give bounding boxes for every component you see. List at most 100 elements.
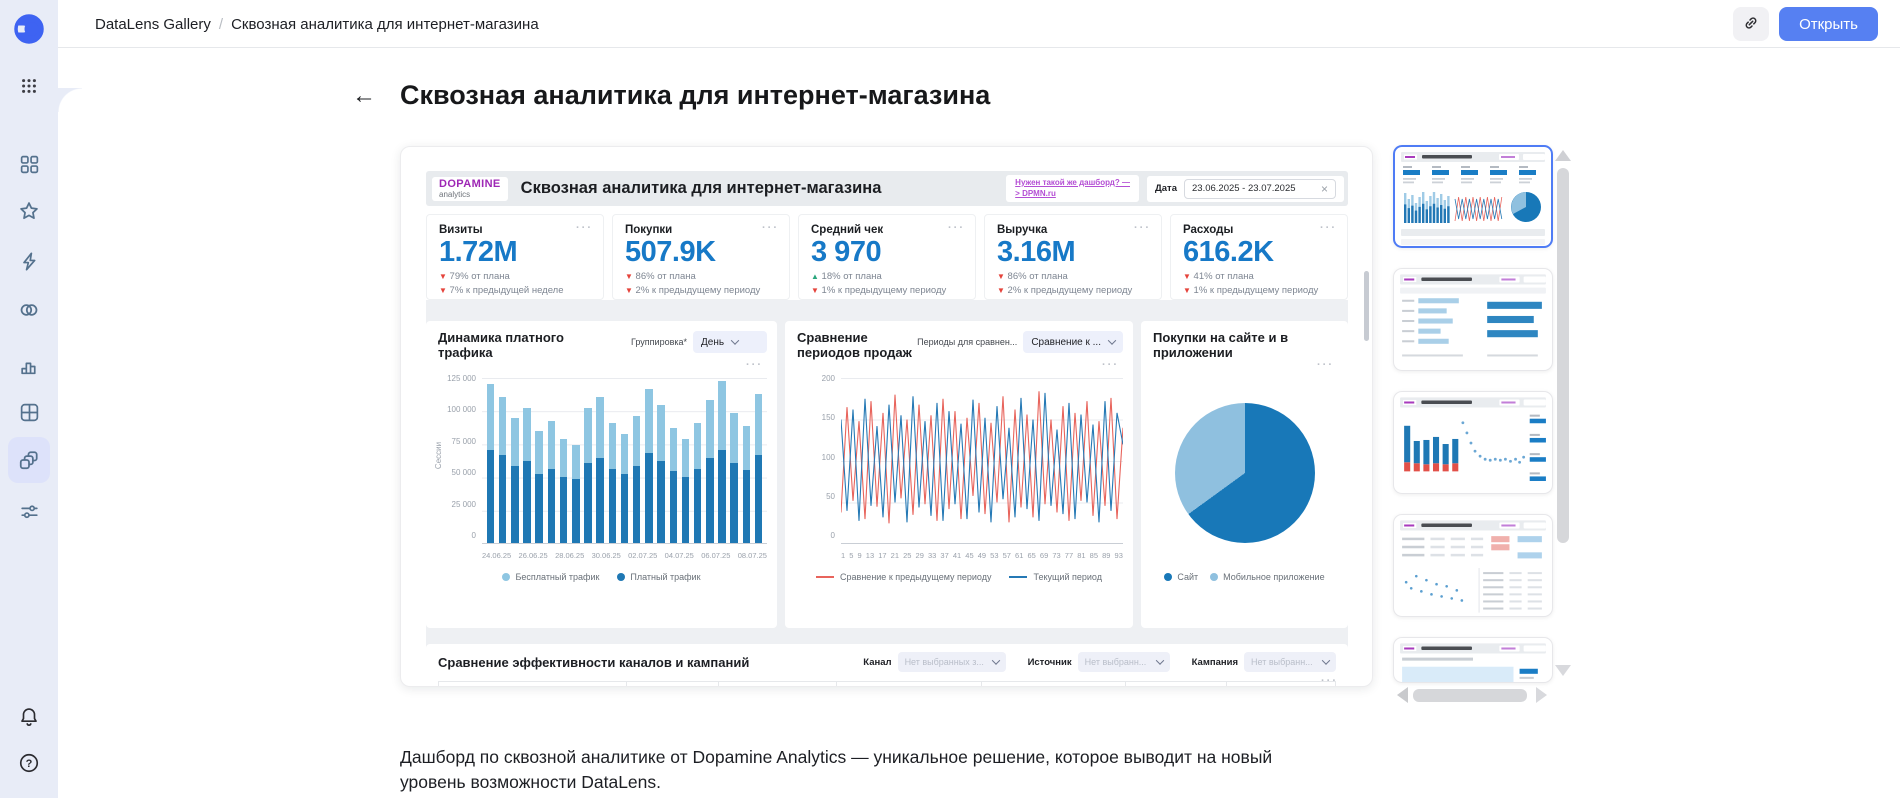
pie-legend: СайтМобильное приложение bbox=[1141, 572, 1348, 582]
filter-select[interactable]: Нет выбранн... bbox=[1244, 652, 1336, 672]
pie-chart bbox=[1175, 403, 1315, 543]
line-plot-area bbox=[841, 378, 1123, 544]
chart-menu-dots[interactable]: ··· bbox=[1102, 360, 1119, 371]
arrow-up-icon: ▲ bbox=[811, 272, 819, 281]
open-button[interactable]: Открыть bbox=[1779, 7, 1878, 41]
section-menu-dots[interactable]: ··· bbox=[1321, 676, 1338, 687]
bar-legend: Бесплатный трафикПлатный трафик bbox=[426, 572, 777, 582]
periods-select[interactable]: Сравнение к ... bbox=[1023, 331, 1123, 353]
kpi-delta: ▼ 1% к предыдущему периоду bbox=[811, 284, 963, 298]
kpi-label: Средний чек bbox=[811, 224, 963, 236]
kpi-card: ···Выручка3.16M▼ 86% от плана▼ 2% к пред… bbox=[984, 214, 1162, 300]
scroll-left-arrow[interactable] bbox=[1397, 687, 1408, 703]
kpi-value: 3 970 bbox=[811, 237, 963, 267]
chart-period-comparison: Сравнение периодов продаж Периоды для ср… bbox=[785, 321, 1133, 628]
chevron-down-icon bbox=[991, 656, 999, 664]
kpi-menu-dots[interactable]: ··· bbox=[762, 223, 779, 234]
table-cells-icon[interactable] bbox=[18, 401, 40, 423]
kpi-value: 1.72M bbox=[439, 237, 591, 267]
chart-title: Покупки на сайте и в приложении bbox=[1153, 331, 1338, 361]
filter-2: КампанияНет выбранн... bbox=[1192, 652, 1336, 672]
chart-menu-dots[interactable]: ··· bbox=[1317, 360, 1334, 371]
kpi-value: 616.2K bbox=[1183, 237, 1335, 267]
back-arrow-icon[interactable]: ← bbox=[352, 84, 376, 108]
kpi-menu-dots[interactable]: ··· bbox=[948, 223, 965, 234]
thumbnail-5[interactable] bbox=[1393, 637, 1553, 683]
chevron-down-icon bbox=[1155, 656, 1163, 664]
kpi-delta: ▼ 2% к предыдущему периоду bbox=[625, 284, 777, 298]
apps-grid-icon[interactable] bbox=[18, 75, 40, 97]
venn-circles-icon[interactable] bbox=[18, 299, 40, 321]
dashboard-title: Сквозная аналитика для интернет-магазина bbox=[521, 179, 882, 198]
bar-plot-area bbox=[482, 378, 767, 544]
bar-x-axis: 24.06.2526.06.2528.06.2530.06.2502.07.25… bbox=[482, 551, 767, 560]
bar-y-axis-title: Сессии bbox=[434, 442, 443, 469]
date-filter: Дата 23.06.2025 - 23.07.2025 × bbox=[1147, 176, 1344, 202]
date-range-input[interactable]: 23.06.2025 - 23.07.2025 × bbox=[1184, 179, 1336, 199]
thumbnail-3[interactable] bbox=[1393, 391, 1553, 494]
kpi-delta: ▼ 1% к предыдущему периоду bbox=[1183, 284, 1335, 298]
gallery-layers-icon bbox=[18, 449, 40, 471]
kpi-delta: ▼ 7% к предыдущей неделе bbox=[439, 284, 591, 298]
vertical-scrollbar-thumb[interactable] bbox=[1557, 168, 1569, 543]
kpi-row: ···Визиты1.72M▼ 79% от плана▼ 7% к преды… bbox=[426, 214, 1348, 300]
arrow-down-icon: ▼ bbox=[1183, 286, 1191, 295]
kpi-menu-dots[interactable]: ··· bbox=[576, 223, 593, 234]
thumbnail-4[interactable] bbox=[1393, 514, 1553, 617]
table-header-cell: Новые пользователи % bbox=[837, 682, 981, 687]
grouping-select[interactable]: День bbox=[693, 331, 767, 353]
horizontal-scrollbar-thumb[interactable] bbox=[1413, 689, 1527, 702]
datalens-logo[interactable] bbox=[10, 10, 48, 48]
kpi-card: ···Визиты1.72M▼ 79% от плана▼ 7% к преды… bbox=[426, 214, 604, 300]
star-icon[interactable] bbox=[18, 200, 40, 222]
kpi-label: Расходы bbox=[1183, 224, 1335, 236]
dashboard-grid-icon[interactable] bbox=[18, 153, 40, 175]
bar-y-axis: 125 000100 00075 00050 00025 0000 bbox=[438, 374, 482, 540]
bell-icon[interactable] bbox=[18, 706, 40, 728]
sidebar-item-gallery-active[interactable] bbox=[8, 437, 50, 483]
rail-corner-decoration bbox=[58, 88, 82, 112]
copy-link-button[interactable] bbox=[1733, 7, 1769, 41]
thumbnail-1-selected[interactable] bbox=[1393, 145, 1553, 248]
chevron-down-icon bbox=[1108, 336, 1116, 344]
line-legend: Сравнение к предыдущему периодуТекущий п… bbox=[785, 572, 1133, 582]
filter-select[interactable]: Нет выбранных з... bbox=[898, 652, 1006, 672]
dopamine-logo: DOPAMINE analytics bbox=[432, 177, 508, 201]
lightning-icon[interactable] bbox=[18, 250, 40, 272]
periods-label: Периоды для сравнен... bbox=[917, 337, 1017, 347]
thumbnail-2[interactable] bbox=[1393, 268, 1553, 371]
breadcrumb-gallery-link[interactable]: DataLens Gallery bbox=[95, 16, 211, 33]
kpi-menu-dots[interactable]: ··· bbox=[1134, 223, 1151, 234]
help-icon[interactable]: ? bbox=[18, 752, 40, 774]
scroll-down-arrow[interactable] bbox=[1555, 665, 1571, 676]
scroll-right-arrow[interactable] bbox=[1536, 687, 1547, 703]
chart-paid-traffic: Динамика платного трафика Группировка* Д… bbox=[426, 321, 777, 628]
bar-chart-icon[interactable] bbox=[18, 355, 40, 377]
kpi-card: ···Средний чек3 970 ▲ 18% от плана▼ 1% к … bbox=[798, 214, 976, 300]
kpi-delta: ▼ 2% к предыдущему периоду bbox=[997, 284, 1149, 298]
kpi-label: Выручка bbox=[997, 224, 1149, 236]
table-header-cell: Доход bbox=[1227, 682, 1335, 687]
kpi-delta: ▲ 18% от плана bbox=[811, 270, 963, 284]
filter-1: ИсточникНет выбранн... bbox=[1028, 652, 1170, 672]
chart-menu-dots[interactable]: ··· bbox=[746, 360, 763, 371]
filter-select[interactable]: Нет выбранн... bbox=[1078, 652, 1170, 672]
table-header-cell: Добавления в корзину bbox=[982, 682, 1126, 687]
scroll-up-arrow[interactable] bbox=[1555, 150, 1571, 161]
kpi-menu-dots[interactable]: ··· bbox=[1320, 223, 1337, 234]
clear-date-icon[interactable]: × bbox=[1321, 182, 1328, 196]
date-filter-label: Дата bbox=[1155, 183, 1177, 194]
svg-text:?: ? bbox=[26, 758, 33, 770]
kpi-card: ···Покупки507.9K▼ 86% от плана▼ 2% к пре… bbox=[612, 214, 790, 300]
preview-scrollbar[interactable] bbox=[1364, 271, 1369, 341]
arrow-down-icon: ▼ bbox=[997, 286, 1005, 295]
top-header: DataLens Gallery / Сквозная аналитика дл… bbox=[58, 0, 1900, 48]
sliders-icon[interactable] bbox=[18, 500, 40, 522]
breadcrumb-separator: / bbox=[219, 16, 223, 33]
arrow-down-icon: ▼ bbox=[625, 286, 633, 295]
chevron-down-icon bbox=[1322, 656, 1330, 664]
chevron-down-icon bbox=[731, 336, 739, 344]
arrow-down-icon: ▼ bbox=[439, 272, 447, 281]
sidebar: ? bbox=[0, 0, 58, 798]
promo-link[interactable]: Нужен такой же дашборд? — > DPMN.ru bbox=[1006, 175, 1139, 203]
